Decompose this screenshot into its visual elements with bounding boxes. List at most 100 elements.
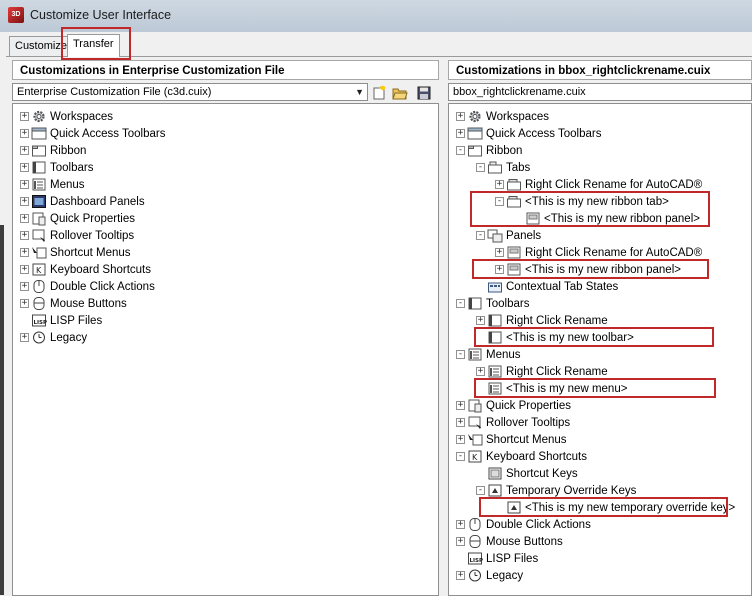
right-tree-item[interactable]: - K Keyboard Shortcuts (456, 448, 587, 465)
left-tree-item[interactable]: + Quick Properties (20, 210, 135, 227)
right-tree-item-label: LISP Files (486, 552, 539, 565)
left-tree-item[interactable]: + Double Click Actions (20, 278, 155, 295)
collapse-toggle[interactable]: - (456, 350, 465, 359)
expand-toggle[interactable]: + (20, 333, 29, 342)
tab-customize[interactable]: Customize (9, 36, 73, 57)
left-tree-item[interactable]: + Workspaces (20, 108, 113, 125)
left-tree-item-label: Toolbars (50, 161, 94, 174)
right-tree-item-label: Tabs (506, 161, 531, 174)
title-bar: 3D Customize User Interface (0, 0, 752, 32)
expand-toggle[interactable]: + (20, 231, 29, 240)
left-tree-item[interactable]: + Mouse Buttons (20, 295, 127, 312)
collapse-toggle[interactable]: - (456, 452, 465, 461)
right-tree-item-label: Contextual Tab States (506, 280, 619, 293)
expand-toggle[interactable]: + (456, 401, 465, 410)
expand-toggle[interactable]: + (20, 197, 29, 206)
right-tree-item[interactable]: <This is my new toolbar> (476, 329, 634, 346)
collapse-toggle[interactable]: - (456, 299, 465, 308)
expand-toggle[interactable]: + (456, 537, 465, 546)
left-tree-item[interactable]: + Rollover Tooltips (20, 227, 134, 244)
left-tree-item[interactable]: + Ribbon (20, 142, 86, 159)
left-tree-item[interactable]: + Quick Access Toolbars (20, 125, 165, 142)
new-file-icon[interactable] (371, 85, 387, 100)
app-icon: 3D (8, 7, 24, 23)
expand-toggle[interactable]: + (20, 214, 29, 223)
right-tree-item[interactable]: Contextual Tab States (476, 278, 618, 295)
right-tree-item[interactable]: - Menus (456, 346, 521, 363)
right-tree-item[interactable]: + Legacy (456, 567, 523, 584)
expand-toggle[interactable]: + (456, 112, 465, 121)
right-tree-item[interactable]: + Right Click Rename (476, 363, 608, 380)
expand-toggle[interactable]: + (456, 435, 465, 444)
chevron-down-icon[interactable]: ▼ (355, 84, 364, 100)
expand-toggle[interactable]: + (495, 248, 504, 257)
right-tree-item[interactable]: <This is my new ribbon panel> (514, 210, 700, 227)
rollover-icon (31, 228, 47, 243)
left-tree-item[interactable]: + Menus (20, 176, 85, 193)
right-tree-item-label: Right Click Rename (506, 314, 608, 327)
expand-toggle[interactable]: + (20, 112, 29, 121)
right-tree-item[interactable]: - Panels (476, 227, 541, 244)
left-tree-item[interactable]: + Dashboard Panels (20, 193, 145, 210)
right-tree-item[interactable]: + Quick Access Toolbars (456, 125, 601, 142)
tab-transfer[interactable]: Transfer (67, 34, 120, 57)
right-tree-item[interactable]: + Right Click Rename (476, 312, 608, 329)
right-tree-item[interactable]: <This is my new menu> (476, 380, 627, 397)
expand-toggle[interactable]: + (20, 180, 29, 189)
right-tree-item[interactable]: + Quick Properties (456, 397, 571, 414)
right-tree-item[interactable]: + Workspaces (456, 108, 549, 125)
toolbar-icon (31, 160, 47, 175)
expand-toggle[interactable]: + (476, 367, 485, 376)
left-tree-item[interactable]: + Shortcut Menus (20, 244, 131, 261)
expand-toggle[interactable]: + (20, 163, 29, 172)
left-file-selector[interactable]: Enterprise Customization File (c3d.cuix)… (12, 83, 368, 101)
right-tree-item[interactable]: - Temporary Override Keys (476, 482, 636, 499)
right-tree-item[interactable]: - Toolbars (456, 295, 529, 312)
right-tree-item[interactable]: + Shortcut Menus (456, 431, 567, 448)
right-tree-item[interactable]: + Rollover Tooltips (456, 414, 570, 431)
expand-toggle[interactable]: + (456, 520, 465, 529)
right-tree-item-label: Shortcut Keys (506, 467, 578, 480)
right-tree-item[interactable]: + Double Click Actions (456, 516, 591, 533)
collapse-toggle[interactable]: - (495, 197, 504, 206)
right-tree-item[interactable]: <This is my new temporary override key> (495, 499, 735, 516)
left-tree-item[interactable]: + Toolbars (20, 159, 93, 176)
expand-toggle[interactable]: + (456, 129, 465, 138)
right-tree-item-label: <This is my new temporary override key> (525, 501, 736, 514)
expand-toggle[interactable]: + (456, 571, 465, 580)
collapse-toggle[interactable]: - (476, 486, 485, 495)
right-tree-item[interactable]: LISP LISP Files (456, 550, 538, 567)
right-tree-item[interactable]: + Right Click Rename for AutoCAD® (495, 176, 702, 193)
expand-toggle[interactable]: + (456, 418, 465, 427)
expand-toggle[interactable]: + (20, 129, 29, 138)
left-tree-item-label: Dashboard Panels (50, 195, 145, 208)
collapse-toggle[interactable]: - (476, 163, 485, 172)
left-tree-item[interactable]: LISP LISP Files (20, 312, 102, 329)
collapse-toggle[interactable]: - (476, 231, 485, 240)
expand-toggle[interactable]: + (495, 180, 504, 189)
expand-toggle[interactable]: + (20, 265, 29, 274)
expand-toggle[interactable]: + (476, 316, 485, 325)
left-tree-item-label: Mouse Buttons (50, 297, 127, 310)
left-tree-item[interactable]: + K Keyboard Shortcuts (20, 261, 151, 278)
expand-toggle[interactable]: + (20, 146, 29, 155)
expand-toggle[interactable]: + (20, 282, 29, 291)
right-tree-item[interactable]: + <This is my new ribbon panel> (495, 261, 681, 278)
right-file-name-value: bbox_rightclickrename.cuix (453, 86, 586, 98)
expand-toggle[interactable]: + (20, 248, 29, 257)
left-tree-item-label: Ribbon (50, 144, 87, 157)
left-tree-item[interactable]: + Legacy (20, 329, 87, 346)
right-tree-item[interactable]: - <This is my new ribbon tab> (495, 193, 669, 210)
right-tree-item[interactable]: - Ribbon (456, 142, 522, 159)
right-tree-item[interactable]: + Mouse Buttons (456, 533, 563, 550)
open-folder-icon[interactable] (392, 85, 408, 100)
expand-toggle[interactable]: + (20, 299, 29, 308)
save-icon[interactable] (416, 85, 432, 100)
right-tree-item[interactable]: - Tabs (476, 159, 530, 176)
expand-toggle[interactable]: + (495, 265, 504, 274)
right-tree-item[interactable]: Shortcut Keys (476, 465, 578, 482)
collapse-toggle[interactable]: - (456, 146, 465, 155)
right-tree-item[interactable]: + Right Click Rename for AutoCAD® (495, 244, 702, 261)
lisp-icon: LISP (467, 551, 483, 566)
